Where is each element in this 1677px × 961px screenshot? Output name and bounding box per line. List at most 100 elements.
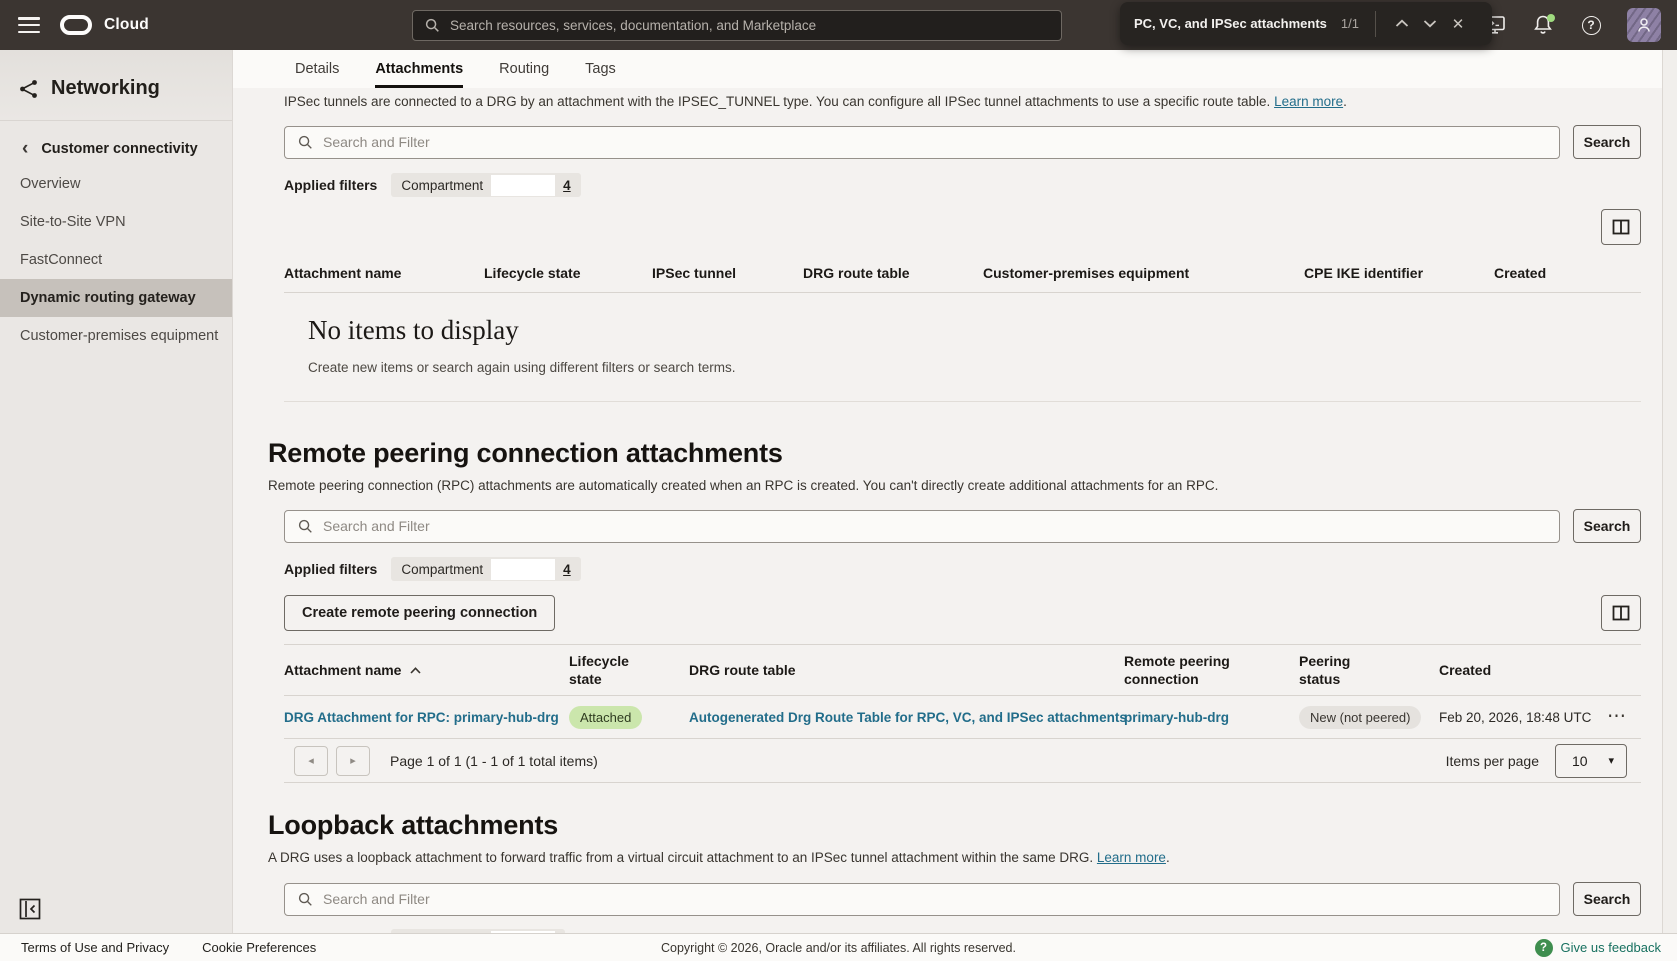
sidebar-item-customer-premises-equipment[interactable]: Customer-premises equipment: [0, 317, 232, 355]
collapse-sidebar-icon: [18, 897, 42, 921]
previous-page-button[interactable]: ◂: [294, 746, 328, 776]
filter-chip-count[interactable]: 4: [563, 562, 571, 577]
search-placeholder: Search and Filter: [323, 518, 430, 534]
items-per-page-select[interactable]: 10 ▾: [1555, 744, 1627, 778]
user-icon: [1635, 16, 1653, 34]
hamburger-menu-icon[interactable]: [18, 17, 40, 33]
remote-peering-connection-link[interactable]: primary-hub-drg: [1124, 710, 1229, 725]
drg-route-table-link[interactable]: Autogenerated Drg Route Table for RPC, V…: [689, 710, 1127, 725]
sidebar-item-fastconnect[interactable]: FastConnect: [0, 241, 232, 279]
sidebar-item-overview[interactable]: Overview: [0, 165, 232, 203]
ipsec-search-button[interactable]: Search: [1573, 125, 1641, 159]
column-header[interactable]: Lifecycle state: [484, 265, 652, 281]
find-close-button[interactable]: ✕: [1444, 10, 1472, 38]
loopback-search-button[interactable]: Search: [1573, 882, 1641, 916]
tab-label: Tags: [585, 61, 616, 77]
find-previous-button[interactable]: [1388, 10, 1416, 38]
notifications-button[interactable]: [1531, 13, 1555, 37]
sidebar-group: ‹ Customer connectivity: [0, 121, 232, 165]
chevron-down-icon: [1423, 19, 1437, 28]
notification-badge: [1547, 14, 1555, 22]
rpc-table-header: Attachment name Lifecycle state DRG rout…: [284, 644, 1641, 696]
table-row: DRG Attachment for RPC: primary-hub-drg …: [284, 696, 1641, 739]
create-remote-peering-connection-button[interactable]: Create remote peering connection: [284, 595, 555, 631]
column-header[interactable]: Created: [1494, 265, 1641, 281]
manage-columns-button[interactable]: [1601, 209, 1641, 245]
compartment-filter-chip: Compartment 4: [391, 557, 580, 581]
learn-more-link[interactable]: Learn more: [1097, 850, 1166, 865]
column-header[interactable]: IPSec tunnel: [652, 265, 803, 281]
back-chevron-icon[interactable]: ‹: [22, 142, 28, 156]
empty-state-title: No items to display: [308, 315, 1641, 346]
help-button[interactable]: ?: [1579, 13, 1603, 37]
column-header[interactable]: Attachment name: [284, 265, 484, 281]
attachment-name-link[interactable]: DRG Attachment for RPC: primary-hub-drg: [284, 710, 559, 725]
tab-attachments[interactable]: Attachments: [375, 50, 463, 88]
column-header[interactable]: Peering status: [1299, 652, 1439, 688]
items-per-page-value: 10: [1572, 753, 1588, 769]
find-match-count: 1/1: [1341, 16, 1359, 31]
ipsec-table-toolbar: [284, 209, 1641, 245]
cookie-preferences-link[interactable]: Cookie Preferences: [202, 940, 316, 955]
column-header[interactable]: CPE IKE identifier: [1304, 265, 1494, 281]
loopback-search-input[interactable]: Search and Filter: [284, 883, 1560, 916]
pagination-summary: Page 1 of 1 (1 - 1 of 1 total items): [390, 753, 598, 769]
rpc-applied-filters: Applied filters Compartment 4: [284, 557, 1641, 581]
search-icon: [298, 135, 313, 150]
column-header[interactable]: DRG route table: [803, 265, 983, 281]
columns-icon: [1612, 219, 1630, 235]
column-header[interactable]: Customer-premises equipment: [983, 265, 1304, 281]
column-header[interactable]: Created: [1439, 661, 1594, 679]
ipsec-table-header: Attachment name Lifecycle state IPSec tu…: [284, 253, 1641, 293]
compartment-name-redacted: [491, 175, 555, 196]
find-in-page-bar: PC, VC, and IPSec attachments 1/1 ✕: [1120, 2, 1492, 45]
sidebar-item-dynamic-routing-gateway[interactable]: Dynamic routing gateway: [0, 279, 232, 317]
items-per-page-control: Items per page 10 ▾: [1446, 744, 1627, 778]
filter-chip-count[interactable]: 4: [563, 178, 571, 193]
manage-columns-button[interactable]: [1601, 595, 1641, 631]
find-next-button[interactable]: [1416, 10, 1444, 38]
collapse-sidebar-button[interactable]: [18, 897, 42, 921]
divider: [1375, 11, 1376, 37]
main-content: Details Attachments Routing Tags IPSec t…: [233, 50, 1677, 933]
peering-status-badge: New (not peered): [1299, 706, 1421, 729]
loopback-section-title: Loopback attachments: [268, 810, 1641, 841]
terms-link[interactable]: Terms of Use and Privacy: [21, 940, 169, 955]
tab-details[interactable]: Details: [295, 50, 339, 88]
ipsec-search-row: Search and Filter Search: [284, 125, 1641, 159]
rpc-search-input[interactable]: Search and Filter: [284, 510, 1560, 543]
ipsec-empty-state: No items to display Create new items or …: [284, 293, 1641, 402]
global-search-input[interactable]: Search resources, services, documentatio…: [412, 10, 1062, 41]
column-header[interactable]: DRG route table: [689, 661, 1124, 679]
help-icon: ?: [1582, 16, 1601, 35]
learn-more-link[interactable]: Learn more: [1274, 94, 1343, 109]
lifecycle-state-badge: Attached: [569, 706, 642, 729]
give-feedback-link[interactable]: ? Give us feedback: [1535, 939, 1677, 957]
rpc-table-toolbar: Create remote peering connection: [284, 595, 1641, 631]
column-header[interactable]: Remote peering connection: [1124, 652, 1299, 688]
columns-icon: [1612, 605, 1630, 621]
search-placeholder: Search and Filter: [323, 891, 430, 907]
column-header[interactable]: Lifecycle state: [569, 652, 689, 688]
sidebar-item-label: Customer-premises equipment: [20, 328, 218, 344]
loopback-search-row: Search and Filter Search: [284, 882, 1641, 916]
tab-routing[interactable]: Routing: [499, 50, 549, 88]
oracle-cloud-logo[interactable]: Cloud: [60, 0, 149, 50]
previous-page-icon: ◂: [308, 754, 314, 767]
sidebar-item-label: Overview: [20, 176, 80, 192]
column-header-sorted[interactable]: Attachment name: [284, 661, 569, 679]
user-avatar[interactable]: [1627, 8, 1661, 42]
scrollbar-track[interactable]: [1662, 50, 1677, 933]
tab-tags[interactable]: Tags: [585, 50, 616, 88]
networking-icon: [18, 78, 40, 100]
sidebar-item-site-to-site-vpn[interactable]: Site-to-Site VPN: [0, 203, 232, 241]
next-page-button[interactable]: ▸: [336, 746, 370, 776]
ipsec-search-input[interactable]: Search and Filter: [284, 126, 1560, 159]
ipsec-applied-filters: Applied filters Compartment 4: [284, 173, 1641, 197]
rpc-search-button[interactable]: Search: [1573, 509, 1641, 543]
brand-label: Cloud: [104, 16, 149, 34]
compartment-filter-chip: Compartment 4: [391, 173, 580, 197]
topbar-icons: ?: [1483, 0, 1661, 50]
row-actions-menu-icon[interactable]: ⋯: [1607, 706, 1627, 727]
compartment-name-redacted: [491, 559, 555, 580]
